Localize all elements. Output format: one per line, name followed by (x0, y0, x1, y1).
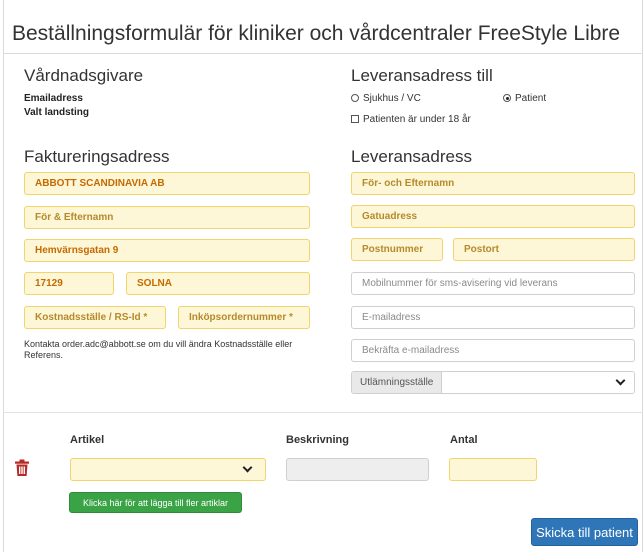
pickup-dropdown[interactable] (442, 372, 634, 393)
caregiver-email-label: Emailadress (24, 93, 83, 104)
chevron-down-icon[interactable] (242, 462, 253, 473)
radio-hospital-circle-icon[interactable] (351, 94, 359, 102)
under18-label: Patienten är under 18 år (363, 114, 471, 125)
under18-checkbox[interactable]: Patienten är under 18 år (351, 114, 471, 125)
caregiver-region-label: Valt landsting (24, 107, 90, 118)
col-quantity: Antal (450, 434, 478, 446)
description-field (286, 458, 429, 481)
billing-company-field[interactable]: ABBOTT SCANDINAVIA AB (24, 172, 310, 195)
section-divider (3, 412, 643, 413)
billing-postcode-field[interactable]: 17129 (24, 272, 114, 295)
radio-patient[interactable]: Patient (503, 93, 546, 104)
billing-street-field[interactable]: Hemvärnsgatan 9 (24, 239, 310, 262)
delivery-email-field[interactable]: E-mailadress (351, 306, 635, 329)
delivery-to-heading: Leveransadress till (351, 66, 493, 85)
billing-name-field[interactable]: För & Efternamn (24, 206, 310, 229)
delivery-address-heading: Leveransadress (351, 147, 472, 166)
pickup-label: Utlämningsställe (352, 372, 443, 393)
delivery-street-field[interactable]: Gatuadress (351, 205, 635, 228)
radio-hospital-label: Sjukhus / VC (363, 93, 421, 104)
col-article: Artikel (70, 434, 105, 446)
radio-patient-label: Patient (515, 93, 547, 104)
add-article-button[interactable]: Klicka här för att lägga till fler artik… (69, 492, 242, 513)
billing-contact-note: Kontakta order.adc@abbott.se om du vill … (24, 339, 293, 360)
trash-icon[interactable] (14, 459, 30, 477)
billing-heading: Faktureringsadress (24, 147, 170, 166)
chevron-down-icon[interactable] (615, 375, 626, 386)
checkbox-icon[interactable] (351, 115, 359, 123)
page-title: Beställningsformulär för kliniker och vå… (12, 22, 621, 45)
billing-po-field[interactable]: Inköpsordernummer * (178, 306, 310, 329)
delivery-postcode-field[interactable]: Postnummer (351, 238, 443, 261)
radio-hospital[interactable]: Sjukhus / VC (351, 93, 421, 104)
delivery-mobile-field[interactable]: Mobilnummer för sms-avisering vid levera… (351, 272, 635, 295)
delivery-email-confirm-field[interactable]: Bekräfta e-mailadress (351, 339, 635, 362)
caregiver-heading: Vårdnadsgivare (24, 66, 144, 85)
title-divider (3, 53, 643, 54)
delivery-name-field[interactable]: För- och Efternamn (351, 172, 635, 195)
billing-city-field[interactable]: SOLNA (126, 272, 310, 295)
quantity-field[interactable] (449, 458, 537, 481)
submit-button[interactable]: Skicka till patient (531, 518, 638, 546)
pickup-select[interactable]: Utlämningsställe (351, 371, 635, 394)
radio-patient-selected-icon[interactable] (503, 94, 511, 102)
delivery-city-field[interactable]: Postort (453, 238, 635, 261)
billing-cost-center-field[interactable]: Kostnadsställe / RS-Id * (24, 306, 166, 329)
col-description: Beskrivning (286, 434, 349, 446)
article-select[interactable] (70, 458, 266, 481)
